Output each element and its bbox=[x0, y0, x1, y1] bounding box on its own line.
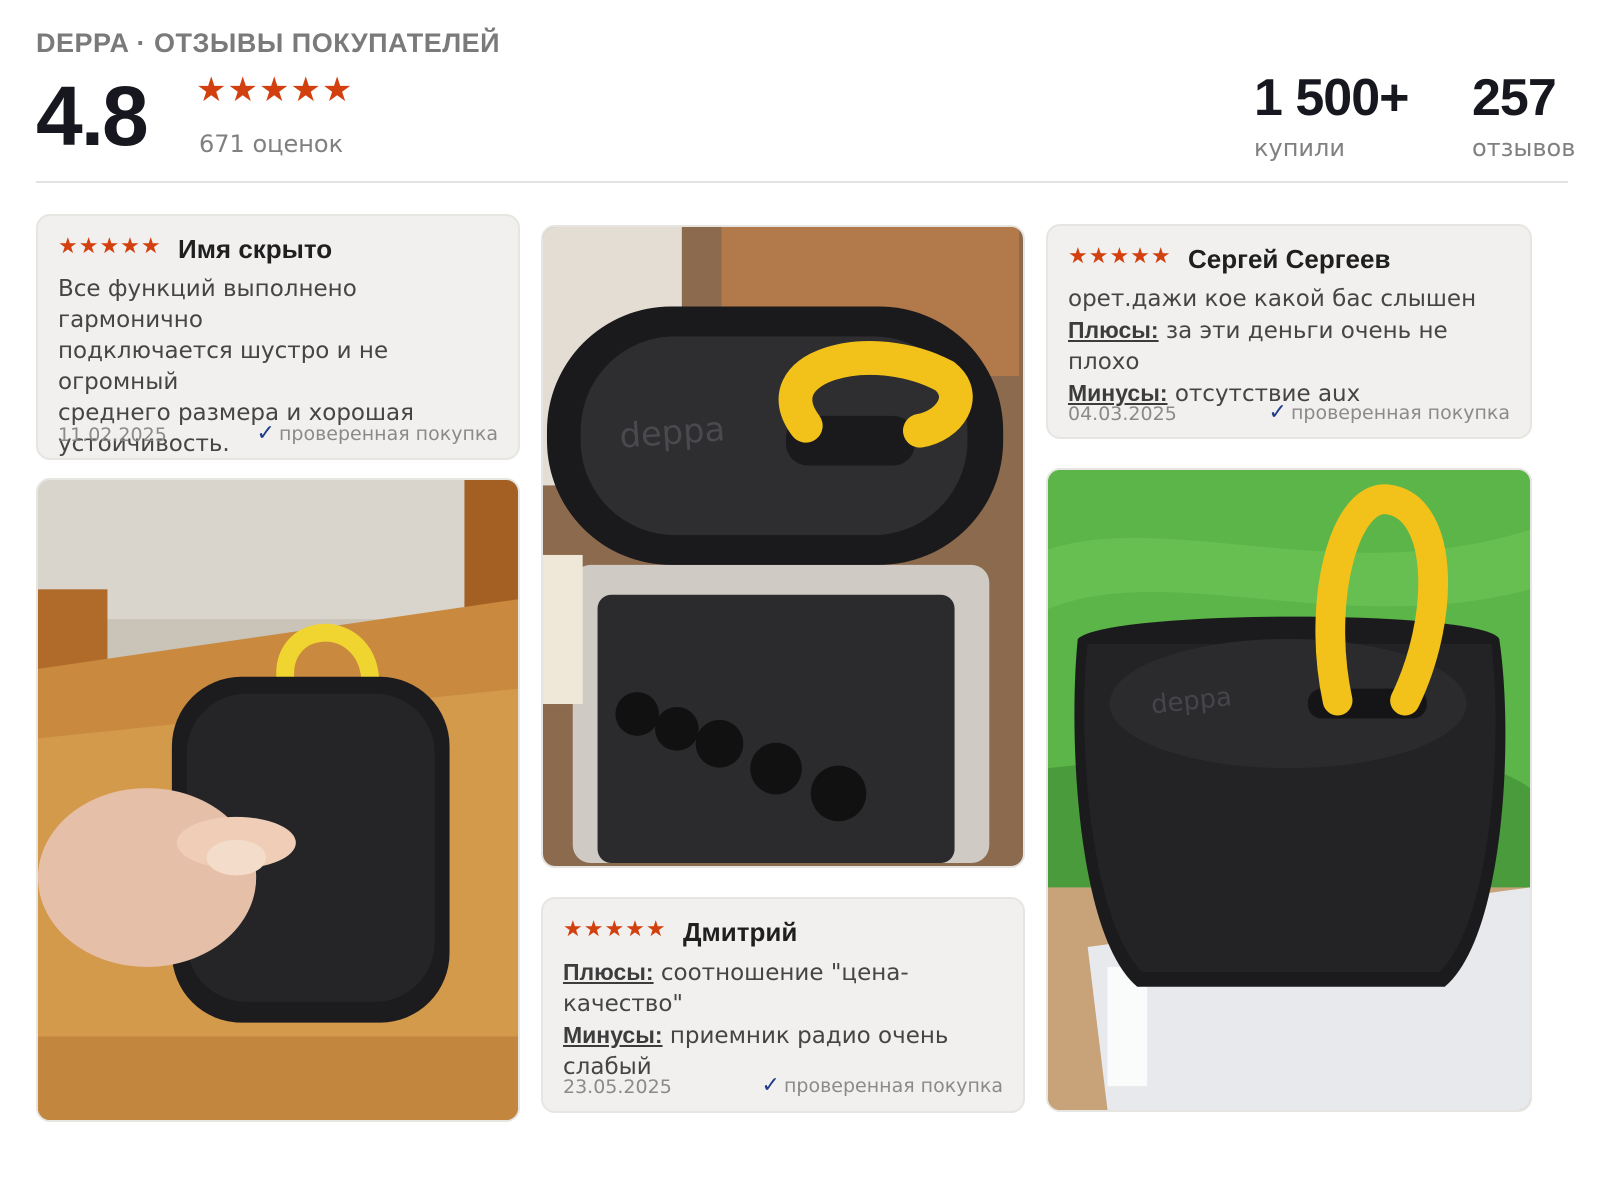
review-date: 04.03.2025 bbox=[1068, 403, 1177, 425]
speaker-photo-image: deppa bbox=[1048, 470, 1530, 1110]
review-text-line: Все функций выполнено гармонично bbox=[58, 276, 357, 333]
stat-bought: 1 500+ купили bbox=[1254, 68, 1409, 162]
bought-value: 1 500+ bbox=[1254, 69, 1409, 127]
verified-badge: ✓ проверенная покупка bbox=[1269, 400, 1510, 425]
review-author: Имя скрыто bbox=[178, 234, 333, 264]
check-icon: ✓ bbox=[761, 1073, 780, 1098]
ratings-count[interactable]: 671 оценок bbox=[199, 130, 343, 158]
review-date: 23.05.2025 bbox=[563, 1076, 672, 1098]
verified-badge: ✓ проверенная покупка bbox=[762, 1073, 1003, 1098]
average-rating: 4.8 bbox=[36, 69, 149, 163]
review-photo-2[interactable]: deppa bbox=[541, 225, 1025, 868]
review-text-line: подключается шустро и не огромный bbox=[58, 338, 389, 395]
pros-label: Плюсы: bbox=[563, 959, 654, 985]
deppa-logo: deppa bbox=[618, 409, 726, 455]
review-text: орет.дажи кое какой бас слышен Плюсы: за… bbox=[1068, 284, 1523, 410]
verified-label: проверенная покупка bbox=[1290, 402, 1510, 424]
review-card-2[interactable]: ★★★★★ Дмитрий Плюсы: соотношение "цена-к… bbox=[541, 897, 1025, 1113]
speaker-photo-image: deppa bbox=[543, 227, 1023, 866]
verified-badge: ✓ проверенная покупка bbox=[257, 421, 498, 446]
review-card-3[interactable]: ★★★★★ Сергей Сергеев орет.дажи кое какой… bbox=[1046, 224, 1532, 439]
review-photo-1[interactable] bbox=[36, 478, 520, 1122]
reviews-header: DEPPA · ОТЗЫВЫ ПОКУПАТЕЛЕЙ 4.8 ★★★★★ 671… bbox=[36, 24, 1575, 184]
review-date: 11.02.2025 bbox=[58, 424, 167, 446]
reviews-label: отзывов bbox=[1472, 134, 1576, 162]
review-text: Плюсы: соотношение "цена-качество" Минус… bbox=[563, 957, 1013, 1083]
check-icon: ✓ bbox=[256, 421, 275, 446]
verified-label: проверенная покупка bbox=[783, 1075, 1003, 1097]
pros-label: Плюсы: bbox=[1068, 317, 1159, 343]
review-comment: орет.дажи кое какой бас слышен bbox=[1068, 286, 1477, 312]
review-author: Дмитрий bbox=[683, 917, 798, 947]
cons-label: Минусы: bbox=[563, 1022, 663, 1048]
bought-label: купили bbox=[1254, 134, 1345, 162]
review-stars: ★★★★★ bbox=[563, 917, 667, 942]
stat-reviews[interactable]: 257 отзывов bbox=[1472, 68, 1575, 162]
review-author: Сергей Сергеев bbox=[1188, 244, 1391, 274]
reviews-value: 257 bbox=[1472, 69, 1557, 127]
verified-label: проверенная покупка bbox=[278, 423, 498, 445]
cons-text: приемник радио очень bbox=[669, 1023, 949, 1049]
review-stars: ★★★★★ bbox=[1068, 244, 1172, 269]
brand-title: DEPPA · ОТЗЫВЫ ПОКУПАТЕЛЕЙ bbox=[36, 28, 501, 58]
review-stars: ★★★★★ bbox=[58, 234, 162, 259]
speaker-photo-image bbox=[38, 480, 518, 1120]
average-rating-stars: ★★★★★ bbox=[196, 70, 354, 110]
review-card-1[interactable]: ★★★★★ Имя скрыто Все функций выполнено г… bbox=[36, 214, 520, 460]
check-icon: ✓ bbox=[1268, 400, 1287, 425]
header-divider bbox=[36, 181, 1568, 183]
review-photo-3[interactable]: deppa bbox=[1046, 468, 1532, 1112]
